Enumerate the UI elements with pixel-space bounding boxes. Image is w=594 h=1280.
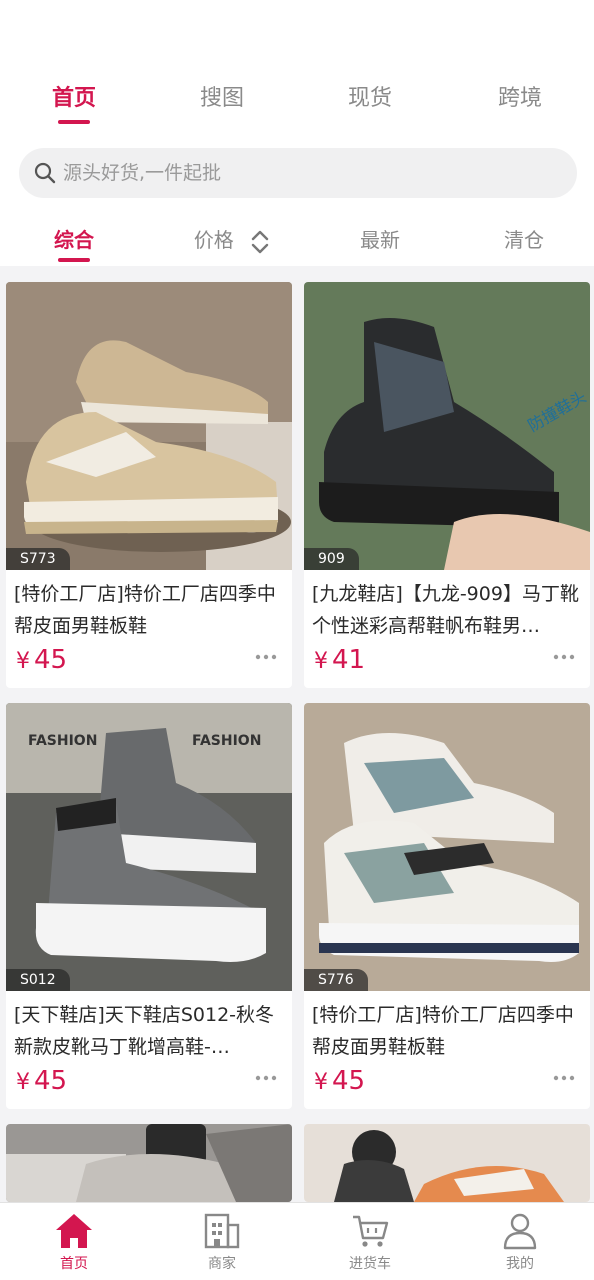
tab-in-stock[interactable]: 现货 bbox=[296, 80, 444, 118]
sku-badge: S012 bbox=[6, 969, 70, 991]
product-card[interactable] bbox=[304, 1124, 590, 1202]
more-icon[interactable] bbox=[254, 1073, 278, 1083]
more-icon[interactable] bbox=[552, 1073, 576, 1083]
tab-in-stock-label: 现货 bbox=[347, 86, 392, 111]
tab-active-indicator bbox=[58, 120, 90, 124]
product-price: ¥45 bbox=[314, 1063, 365, 1101]
tab-home-label: 首页 bbox=[51, 86, 96, 111]
nav-item-cart[interactable]: 进货车 bbox=[296, 1203, 444, 1280]
product-price: ¥45 bbox=[16, 642, 67, 680]
top-tabs: 首页 搜图 现货 跨境 bbox=[0, 80, 594, 130]
currency-symbol: ¥ bbox=[314, 1070, 328, 1095]
product-price: ¥45 bbox=[16, 1063, 67, 1101]
product-price: ¥41 bbox=[314, 642, 365, 680]
currency-symbol: ¥ bbox=[314, 649, 328, 674]
product-image[interactable] bbox=[6, 1124, 292, 1202]
currency-symbol: ¥ bbox=[16, 1070, 30, 1095]
sort-tab-newest-label: 最新 bbox=[360, 228, 400, 252]
store-icon bbox=[204, 1213, 240, 1249]
product-card[interactable]: S776 [特价工厂店]特价工厂店四季中帮皮面男鞋板鞋 ¥45 bbox=[304, 703, 590, 1109]
tab-cross-border-label: 跨境 bbox=[497, 86, 542, 111]
product-image[interactable]: S776 bbox=[304, 703, 590, 991]
sku-badge: S773 bbox=[6, 548, 70, 570]
product-title[interactable]: [特价工厂店]特价工厂店四季中帮皮面男鞋板鞋 bbox=[14, 578, 284, 642]
product-card[interactable]: 防撞鞋头 909 [九龙鞋店]【九龙-909】马丁靴个性迷彩高帮鞋帆布鞋男… ¥… bbox=[304, 282, 590, 688]
sku-badge: 909 bbox=[304, 548, 359, 570]
sort-tabs: 综合 价格 最新 清仓 bbox=[0, 222, 594, 266]
price-value: 41 bbox=[332, 645, 366, 675]
more-icon[interactable] bbox=[254, 652, 278, 662]
sku-badge: S776 bbox=[304, 969, 368, 991]
product-card[interactable] bbox=[6, 1124, 292, 1202]
image-caption: FASHION bbox=[192, 733, 261, 749]
bottom-nav: 首页 商家 进货车 我的 bbox=[0, 1202, 594, 1280]
sort-arrows-icon bbox=[251, 230, 269, 253]
sort-tab-price-label: 价格 bbox=[193, 228, 234, 252]
nav-label-home: 首页 bbox=[60, 1256, 88, 1272]
product-title[interactable]: [九龙鞋店]【九龙-909】马丁靴个性迷彩高帮鞋帆布鞋男… bbox=[312, 578, 582, 642]
product-image[interactable]: FASHION FASHION S012 bbox=[6, 703, 292, 991]
price-value: 45 bbox=[332, 1066, 366, 1096]
search-input[interactable]: 源头好货,一件起批 bbox=[19, 148, 577, 198]
product-card[interactable]: S773 [特价工厂店]特价工厂店四季中帮皮面男鞋板鞋 ¥45 bbox=[6, 282, 292, 688]
search-placeholder: 源头好货,一件起批 bbox=[63, 162, 222, 184]
tab-home[interactable]: 首页 bbox=[0, 80, 148, 124]
tab-image-search[interactable]: 搜图 bbox=[148, 80, 296, 118]
product-image[interactable]: S773 bbox=[6, 282, 292, 570]
price-value: 45 bbox=[34, 645, 68, 675]
tab-image-search-label: 搜图 bbox=[199, 86, 244, 111]
currency-symbol: ¥ bbox=[16, 649, 30, 674]
sort-tab-newest[interactable]: 最新 bbox=[306, 222, 454, 258]
user-icon bbox=[503, 1213, 537, 1250]
sort-tab-comprehensive-label: 综合 bbox=[54, 228, 94, 252]
product-card[interactable]: FASHION FASHION S012 [天下鞋店]天下鞋店S012-秋冬新款… bbox=[6, 703, 292, 1109]
price-value: 45 bbox=[34, 1066, 68, 1096]
nav-item-store[interactable]: 商家 bbox=[148, 1203, 296, 1280]
sort-tab-comprehensive[interactable]: 综合 bbox=[0, 222, 148, 262]
image-caption: FASHION bbox=[28, 733, 97, 749]
search-icon bbox=[34, 162, 56, 184]
sort-active-indicator bbox=[58, 258, 90, 262]
nav-item-profile[interactable]: 我的 bbox=[446, 1203, 594, 1280]
product-title[interactable]: [特价工厂店]特价工厂店四季中帮皮面男鞋板鞋 bbox=[312, 999, 582, 1063]
sort-tab-price[interactable]: 价格 bbox=[158, 222, 306, 258]
more-icon[interactable] bbox=[552, 652, 576, 662]
nav-label-store: 商家 bbox=[208, 1256, 236, 1272]
sort-tab-clearance[interactable]: 清仓 bbox=[450, 222, 594, 258]
home-icon bbox=[56, 1214, 92, 1248]
sort-tab-clearance-label: 清仓 bbox=[504, 228, 544, 252]
nav-item-home[interactable]: 首页 bbox=[0, 1203, 148, 1280]
nav-label-cart: 进货车 bbox=[349, 1256, 391, 1272]
product-image[interactable]: 防撞鞋头 909 bbox=[304, 282, 590, 570]
cart-icon bbox=[353, 1215, 389, 1247]
nav-label-profile: 我的 bbox=[506, 1256, 534, 1272]
product-title[interactable]: [天下鞋店]天下鞋店S012-秋冬新款皮靴马丁靴增高鞋-… bbox=[14, 999, 284, 1063]
product-image[interactable] bbox=[304, 1124, 590, 1202]
header: 首页 搜图 现货 跨境 源头好货,一件起批 综合 价格 最新 清仓 bbox=[0, 0, 594, 266]
tab-cross-border[interactable]: 跨境 bbox=[446, 80, 594, 118]
